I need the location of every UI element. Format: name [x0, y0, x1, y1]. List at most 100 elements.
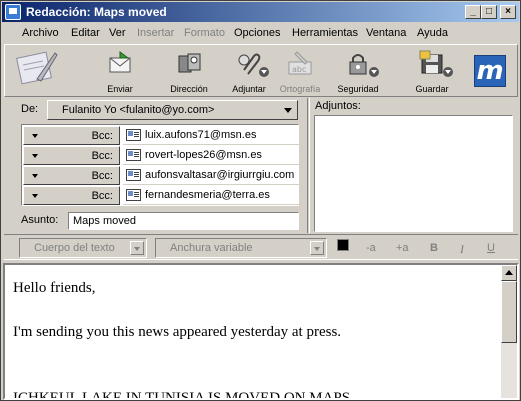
menu-ayuda[interactable]: Ayuda	[417, 27, 448, 39]
recipients-list: Bcc: luix.aufons71@msn.es Bcc: rovert-lo…	[21, 124, 299, 206]
scroll-thumb[interactable]	[501, 281, 517, 343]
compose-quill-icon	[15, 49, 59, 89]
mozilla-logo-icon: m	[474, 55, 506, 87]
foreground-color-swatch[interactable]	[337, 239, 349, 251]
save-icon	[419, 50, 445, 76]
recipient-address-field[interactable]: aufonsvaltasar@irgiurrgiu.com	[123, 166, 299, 185]
from-value: Fulanito Yo <fulanito@yo.com>	[62, 104, 215, 116]
toolbar: Enviar Dirección Adjuntar abc Ortografía…	[4, 44, 518, 97]
body-line	[13, 365, 493, 387]
recipient-address: aufonsvaltasar@irgiurrgiu.com	[145, 169, 295, 181]
scroll-up-button[interactable]	[501, 265, 517, 281]
body-line: ICHKEUL LAKE IN TUNISIA IS MOVED ON MAPS	[13, 390, 351, 400]
address-button[interactable]: Dirección	[163, 47, 215, 95]
body-line: I'm sending you this news appeared yeste…	[13, 324, 342, 340]
address-label: Dirección	[170, 84, 208, 94]
menu-bar: Archivo Editar Ver Insertar Formato Opci…	[2, 23, 519, 43]
text-color-picker[interactable]	[337, 239, 357, 257]
smaller-font-button[interactable]: -a	[366, 242, 376, 254]
body-line: Hello friends,	[13, 280, 96, 296]
attachments-label: Adjuntos:	[315, 100, 361, 112]
attach-button[interactable]: Adjuntar	[223, 47, 275, 95]
message-body-editor[interactable]: Hello friends, I'm sending you this news…	[3, 263, 519, 400]
recipient-type-label: Bcc:	[91, 130, 113, 142]
send-label: Enviar	[107, 84, 133, 94]
vertical-scrollbar[interactable]	[501, 265, 517, 398]
recipient-type-select[interactable]: Bcc:	[23, 126, 120, 145]
title-bar: Redacción: Maps moved _ □ ×	[2, 2, 519, 22]
header-splitter[interactable]	[307, 98, 310, 233]
menu-opciones[interactable]: Opciones	[234, 27, 280, 39]
recipient-type-select[interactable]: Bcc:	[23, 146, 120, 165]
menu-editar[interactable]: Editar	[71, 27, 100, 39]
recipient-row: Bcc: luix.aufons71@msn.es	[23, 126, 299, 145]
maximize-button[interactable]: □	[481, 5, 497, 19]
chevron-down-icon	[32, 154, 38, 161]
attach-label: Adjuntar	[232, 84, 266, 94]
app-icon	[5, 4, 21, 20]
attachments-list[interactable]	[314, 115, 513, 232]
address-card-icon	[126, 189, 141, 201]
larger-font-button[interactable]: +a	[396, 242, 409, 254]
paragraph-style-value: Cuerpo del texto	[34, 242, 115, 254]
recipient-type-label: Bcc:	[91, 150, 113, 162]
minimize-button[interactable]: _	[465, 5, 481, 19]
address-card-icon	[126, 149, 141, 161]
recipient-address: fernandesmeria@terra.es	[145, 189, 270, 201]
from-dropdown-icon[interactable]	[281, 103, 295, 117]
body-line	[13, 299, 493, 321]
subject-label: Asunto:	[21, 214, 59, 226]
menu-ver[interactable]: Ver	[109, 27, 126, 39]
recipient-type-label: Bcc:	[91, 170, 113, 182]
recipient-type-select[interactable]: Bcc:	[23, 166, 120, 185]
recipient-row: Bcc: fernandesmeria@terra.es	[23, 186, 299, 205]
from-label: De:	[21, 103, 39, 115]
address-icon	[176, 50, 202, 76]
menu-insertar[interactable]: Insertar	[137, 27, 174, 39]
subject-value: Maps moved	[73, 215, 136, 227]
security-dropdown-icon[interactable]	[369, 67, 379, 77]
security-label: Seguridad	[337, 84, 379, 94]
chevron-down-icon	[130, 241, 144, 255]
from-select[interactable]: Fulanito Yo <fulanito@yo.com>	[47, 100, 298, 120]
menu-formato[interactable]: Formato	[184, 27, 225, 39]
send-button[interactable]: Enviar	[97, 47, 143, 95]
close-button[interactable]: ×	[500, 5, 516, 19]
send-icon	[107, 50, 133, 76]
security-icon	[345, 50, 371, 76]
recipient-type-label: Bcc:	[91, 190, 113, 202]
svg-text:abc: abc	[292, 65, 306, 74]
spelling-label: Ortografía	[279, 84, 321, 94]
message-body[interactable]: Hello friends, I'm sending you this news…	[13, 277, 493, 400]
underline-button[interactable]: U	[487, 242, 495, 254]
recipient-row: Bcc: rovert-lopes26@msn.es	[23, 146, 299, 165]
paragraph-style-select[interactable]: Cuerpo del texto	[19, 238, 147, 258]
chevron-down-icon	[32, 134, 38, 141]
window-title: Redacción: Maps moved	[26, 5, 167, 19]
save-dropdown-icon[interactable]	[443, 67, 453, 77]
chevron-down-icon	[32, 194, 38, 201]
font-value: Anchura variable	[170, 242, 253, 254]
recipient-address: luix.aufons71@msn.es	[145, 129, 257, 141]
recipient-address: rovert-lopes26@msn.es	[145, 149, 262, 161]
save-button[interactable]: Guardar	[407, 47, 457, 95]
bold-button[interactable]: B	[430, 242, 438, 254]
menu-herramientas[interactable]: Herramientas	[292, 27, 358, 39]
attach-dropdown-icon[interactable]	[259, 67, 269, 77]
subject-input[interactable]: Maps moved	[68, 212, 299, 230]
compose-window: Redacción: Maps moved _ □ × Archivo Edit…	[0, 0, 521, 401]
recipient-type-select[interactable]: Bcc:	[23, 186, 120, 205]
chevron-down-icon	[310, 241, 324, 255]
recipient-address-field[interactable]: rovert-lopes26@msn.es	[123, 146, 299, 165]
menu-ventana[interactable]: Ventana	[366, 27, 406, 39]
italic-button[interactable]: I	[460, 242, 464, 257]
security-button[interactable]: Seguridad	[331, 47, 385, 95]
recipient-address-field[interactable]: fernandesmeria@terra.es	[123, 186, 299, 205]
menu-archivo[interactable]: Archivo	[22, 27, 59, 39]
address-card-icon	[126, 129, 141, 141]
spelling-button[interactable]: abc Ortografía	[277, 47, 323, 95]
recipient-address-field[interactable]: luix.aufons71@msn.es	[123, 126, 299, 145]
spelling-icon: abc	[287, 50, 313, 76]
body-line	[13, 343, 493, 365]
font-select[interactable]: Anchura variable	[155, 238, 327, 258]
